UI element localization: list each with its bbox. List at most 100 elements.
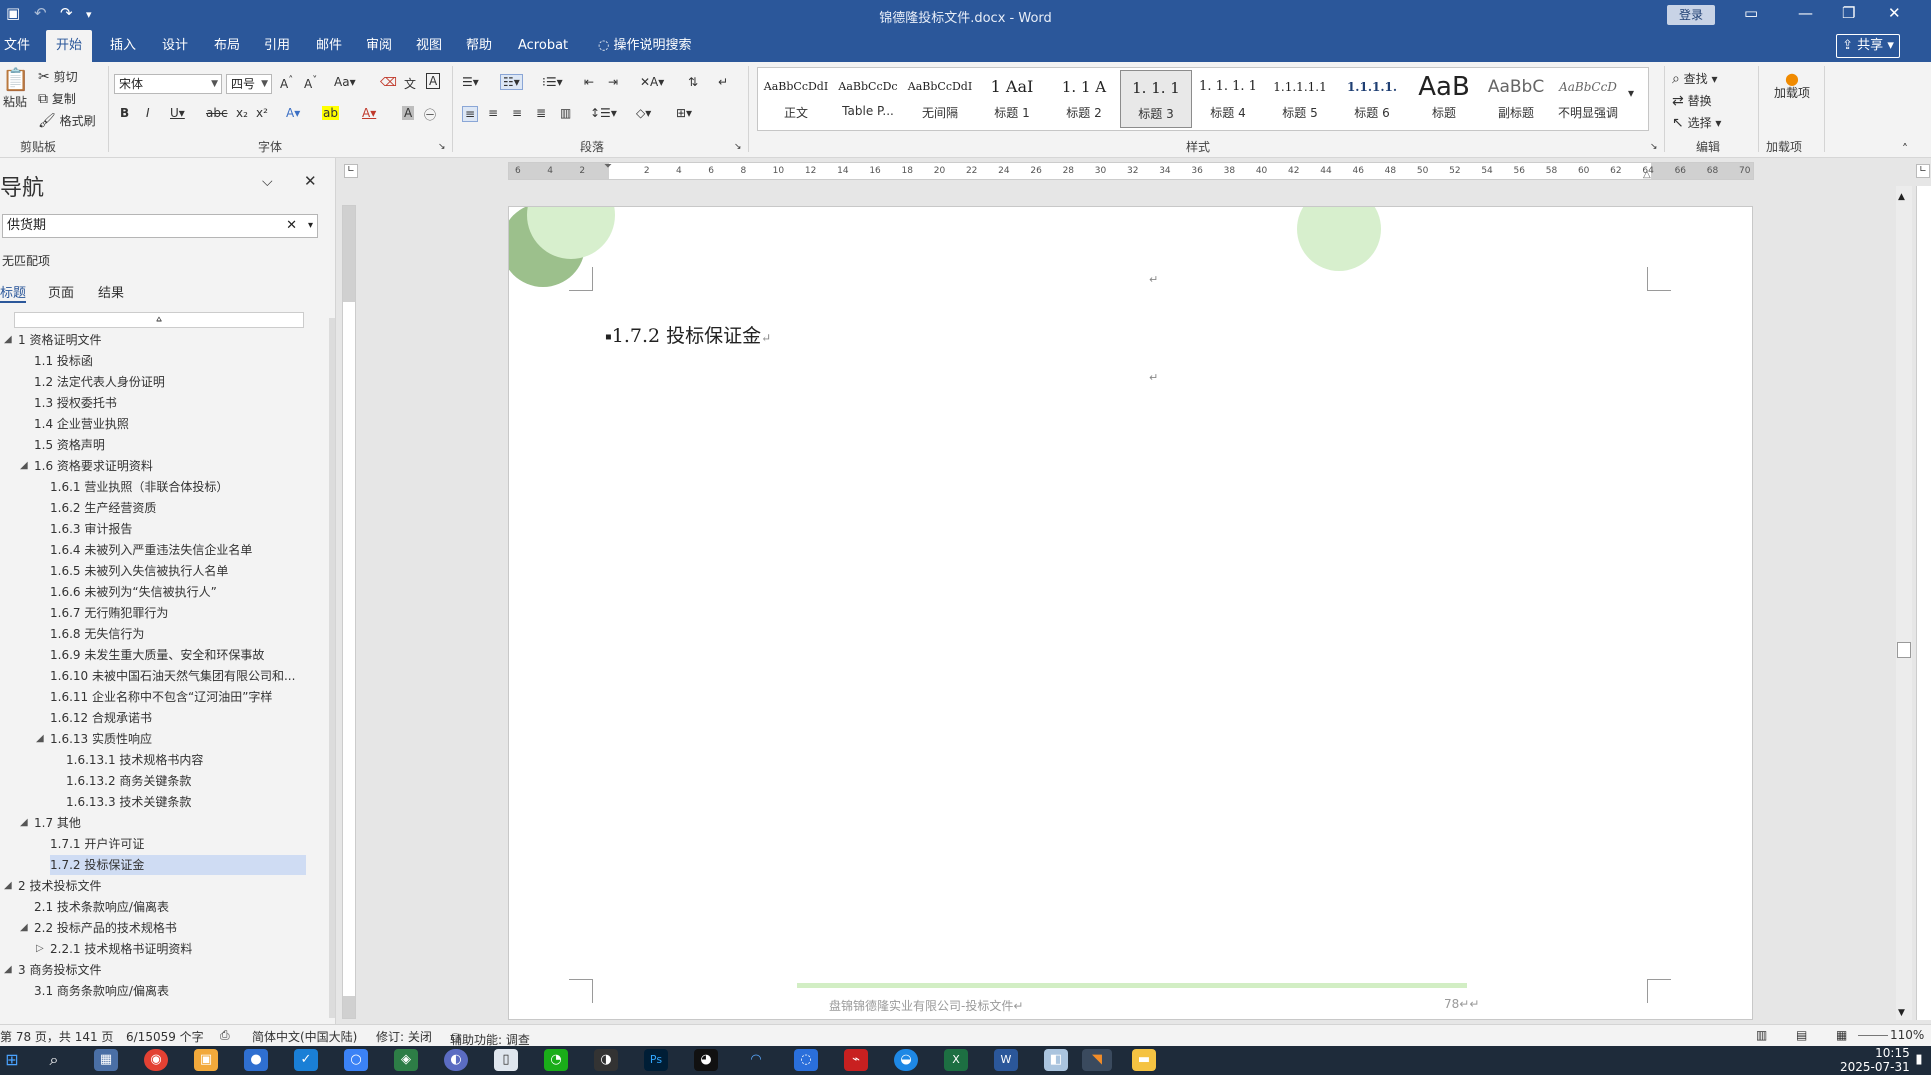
read-mode-icon[interactable]: ▥ (1756, 1028, 1767, 1042)
line-spacing-icon[interactable]: ↕☰▾ (590, 106, 617, 120)
nav-heading-item[interactable]: 1.6.2 生产经营资质 (50, 498, 156, 518)
find-button[interactable]: ⌕ 查找 ▾ (1672, 70, 1718, 87)
nav-options-icon[interactable]: ⌵ (262, 174, 273, 190)
superscript-icon[interactable]: x² (256, 106, 268, 120)
nav-heading-item[interactable]: 2.2 投标产品的技术规格书 (34, 918, 177, 938)
nav-heading-item[interactable]: 3.1 商务条款响应/偏离表 (34, 981, 169, 1001)
show-marks-icon[interactable]: ↵ (718, 75, 728, 89)
nav-heading-item[interactable]: 1.6.8 无失信行为 (50, 624, 144, 644)
nav-heading-item[interactable]: 1.7.1 开户许可证 (50, 834, 144, 854)
highlight-icon[interactable]: ab (322, 106, 339, 120)
nav-heading-item[interactable]: 1 资格证明文件 (18, 330, 101, 350)
tab-view[interactable]: 视图 (412, 30, 446, 62)
redo-icon[interactable]: ↷ (60, 4, 73, 22)
section-heading[interactable]: ▪1.7.2 投标保证金↵ (605, 321, 771, 348)
copy-button[interactable]: ⧉ 复制 (38, 90, 76, 107)
nav-heading-item[interactable]: 1.5 资格声明 (34, 435, 105, 455)
nav-tab-pages[interactable]: 页面 (48, 282, 74, 301)
cut-button[interactable]: ✂ 剪切 (38, 68, 78, 85)
qq-icon[interactable]: ◕ (694, 1049, 718, 1071)
tab-stop-selector[interactable]: ∟ (344, 164, 358, 178)
nav-heading-item[interactable]: 1.6.13.1 技术规格书内容 (66, 750, 203, 770)
nav-heading-item[interactable]: 1.3 授权委托书 (34, 393, 117, 413)
nav-tab-results[interactable]: 结果 (98, 282, 124, 301)
nav-heading-item[interactable]: 1.6.3 审计报告 (50, 519, 132, 539)
nav-heading-item[interactable]: 1.2 法定代表人身份证明 (34, 372, 165, 392)
collapse-ribbon-icon[interactable]: ˄ (1902, 142, 1908, 156)
document-page[interactable]: ↵ ▪1.7.2 投标保证金↵ ↵ 盘锦锦德隆实业有限公司-投标文件↵ 78↵↵ (508, 206, 1753, 1020)
restore-icon[interactable]: ❐ (1842, 4, 1855, 22)
tab-references[interactable]: 引用 (260, 30, 294, 62)
nav-heading-item[interactable]: 2 技术投标文件 (18, 876, 101, 896)
tree-expand-icon[interactable]: ◢ (4, 964, 12, 975)
increase-indent-icon[interactable]: ⇥ (608, 75, 618, 89)
tree-expand-icon[interactable]: ◢ (4, 334, 12, 345)
nav-heading-item[interactable]: 1.6.13 实质性响应 (50, 729, 152, 749)
sort-icon[interactable]: ⇅ (688, 75, 698, 89)
nav-heading-item[interactable]: 3 商务投标文件 (18, 960, 101, 980)
todo-icon[interactable]: ✓ (294, 1049, 318, 1071)
word-icon[interactable]: W (994, 1049, 1018, 1071)
paragraph-dialog-launcher-icon[interactable]: ↘ (734, 142, 742, 152)
style-heading-5[interactable]: 1.1.1.1.1 标题 5 (1264, 70, 1336, 128)
app-icon[interactable]: ◥ (1082, 1049, 1112, 1071)
app-icon[interactable]: ● (244, 1049, 268, 1071)
scroll-up-icon[interactable]: ▲ (1898, 192, 1905, 202)
align-left-icon[interactable]: ≡ (462, 106, 479, 122)
tab-review[interactable]: 审阅 (362, 30, 396, 62)
style-heading-6[interactable]: 1.1.1.1. 标题 6 (1336, 70, 1408, 128)
shading-icon[interactable]: ◇▾ (636, 106, 651, 120)
nav-close-icon[interactable]: ✕ (304, 172, 317, 190)
nav-heading-item[interactable]: 1.6.7 无行贿犯罪行为 (50, 603, 168, 623)
nav-heading-item[interactable]: 1.6.9 未发生重大质量、安全和环保事故 (50, 645, 264, 665)
nav-heading-item[interactable]: 1.6.13.2 商务关键条款 (66, 771, 191, 791)
style-subtle-emphasis[interactable]: AaBbCcD 不明显强调 (1552, 70, 1624, 128)
font-color-icon[interactable]: A▾ (362, 106, 376, 120)
search-icon[interactable]: ⌕ (42, 1049, 66, 1071)
change-case-icon[interactable]: Aa▾ (334, 75, 356, 89)
tree-expand-icon[interactable]: ◢ (20, 817, 28, 828)
login-button[interactable]: 登录 (1667, 5, 1715, 25)
chevron-down-icon[interactable]: ▾ (308, 215, 313, 237)
notepad-icon[interactable]: ▯ (494, 1049, 518, 1071)
tab-insert[interactable]: 插入 (106, 30, 140, 62)
nav-heading-item[interactable]: 1.6 资格要求证明资料 (34, 456, 153, 476)
language-indicator[interactable]: 简体中文(中国大陆) (252, 1028, 357, 1045)
styles-dialog-launcher-icon[interactable]: ↘ (1650, 142, 1658, 152)
font-dialog-launcher-icon[interactable]: ↘ (438, 142, 446, 152)
style-no-spacing[interactable]: AaBbCcDdI 无间隔 (904, 70, 976, 128)
nav-heading-item[interactable]: 1.6.4 未被列入严重违法失信企业名单 (50, 540, 252, 560)
print-layout-icon[interactable]: ▤ (1796, 1028, 1807, 1042)
style-title[interactable]: AaB 标题 (1408, 70, 1480, 128)
clear-format-icon[interactable]: ⌫ (380, 75, 397, 89)
vs-icon[interactable]: ◐ (444, 1049, 468, 1071)
undo-icon[interactable]: ↶ (34, 4, 47, 22)
char-border-icon[interactable]: A (426, 73, 441, 89)
style-heading-4[interactable]: 1. 1. 1. 1 标题 4 (1192, 70, 1264, 128)
tree-expand-icon[interactable]: ▷ (36, 943, 44, 954)
app-icon[interactable]: ◑ (594, 1049, 618, 1071)
tab-help[interactable]: 帮助 (462, 30, 496, 62)
font-size-select[interactable]: 四号 ▼ (226, 74, 272, 94)
nav-heading-item[interactable]: 1.6.1 营业执照（非联合体投标） (50, 477, 228, 497)
addins-button[interactable]: ● 加载项 (1770, 71, 1814, 101)
shrink-font-icon[interactable]: A˅ (304, 75, 317, 91)
zoom-slider[interactable] (1858, 1035, 1888, 1036)
borders-icon[interactable]: ⊞▾ (676, 106, 692, 120)
tab-layout[interactable]: 布局 (210, 30, 244, 62)
underline-icon[interactable]: U▾ (170, 106, 185, 120)
grow-font-icon[interactable]: A˄ (280, 75, 293, 91)
nav-heading-item[interactable]: 1.7.2 投标保证金 (50, 855, 306, 875)
tree-expand-icon[interactable]: ◢ (20, 922, 28, 933)
chinese-layout-icon[interactable]: ✕A▾ (640, 75, 664, 89)
file-explorer-icon[interactable]: ▬ (1132, 1049, 1156, 1071)
select-button[interactable]: ↖ 选择 ▾ (1672, 114, 1721, 131)
nav-heading-item[interactable]: 2.2.1 技术规格书证明资料 (50, 939, 192, 959)
strikethrough-icon[interactable]: abc (206, 106, 228, 120)
right-tab-selector[interactable]: ∟ (1916, 164, 1930, 178)
web-layout-icon[interactable]: ▦ (1836, 1028, 1847, 1042)
styles-more-icon[interactable]: ▾ (1628, 86, 1634, 100)
scroll-thumb[interactable] (1897, 642, 1911, 658)
style-heading-3[interactable]: 1. 1. 1 标题 3 (1120, 70, 1192, 128)
char-shading-icon[interactable]: A (402, 106, 415, 120)
